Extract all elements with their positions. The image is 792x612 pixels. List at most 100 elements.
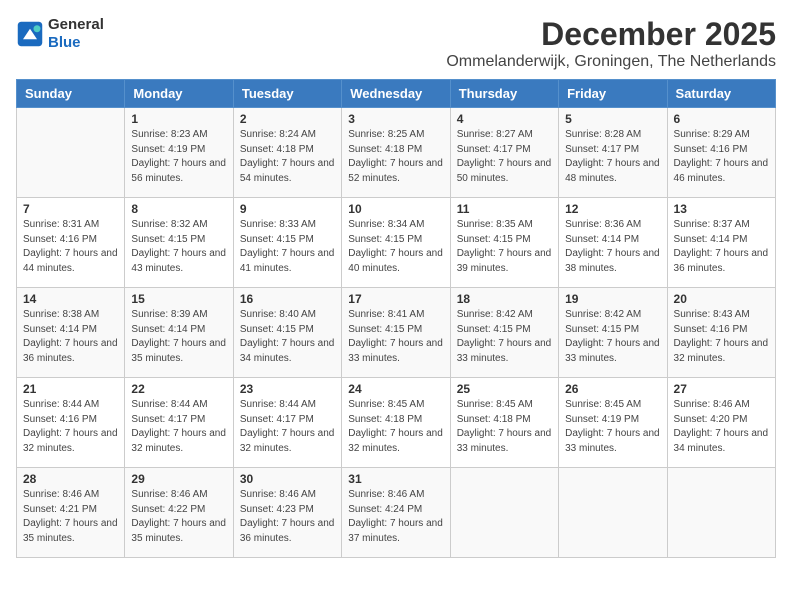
calendar-cell: 30 Sunrise: 8:46 AMSunset: 4:23 PMDayligh…	[233, 468, 341, 558]
day-info: Sunrise: 8:32 AMSunset: 4:15 PMDaylight:…	[131, 218, 226, 276]
column-header-saturday: Saturday	[667, 80, 775, 108]
day-info: Sunrise: 8:45 AMSunset: 4:18 PMDaylight:…	[348, 398, 443, 456]
day-number: 9	[240, 202, 335, 216]
calendar-header: SundayMondayTuesdayWednesdayThursdayFrid…	[17, 80, 776, 108]
day-info: Sunrise: 8:40 AMSunset: 4:15 PMDaylight:…	[240, 308, 335, 366]
day-number: 31	[348, 472, 443, 486]
day-info: Sunrise: 8:29 AMSunset: 4:16 PMDaylight:…	[674, 128, 769, 186]
day-info: Sunrise: 8:39 AMSunset: 4:14 PMDaylight:…	[131, 308, 226, 366]
day-info: Sunrise: 8:42 AMSunset: 4:15 PMDaylight:…	[457, 308, 552, 366]
day-number: 3	[348, 112, 443, 126]
day-number: 24	[348, 382, 443, 396]
day-info: Sunrise: 8:24 AMSunset: 4:18 PMDaylight:…	[240, 128, 335, 186]
column-header-sunday: Sunday	[17, 80, 125, 108]
calendar-cell: 28Sunrise: 8:46 AMSunset: 4:21 PMDayligh…	[17, 468, 125, 558]
day-info: Sunrise: 8:43 AMSunset: 4:16 PMDaylight:…	[674, 308, 769, 366]
day-number: 19	[565, 292, 660, 306]
day-number: 15	[131, 292, 226, 306]
day-number: 18	[457, 292, 552, 306]
day-number: 4	[457, 112, 552, 126]
day-info: Sunrise: 8:46 AMSunset: 4:23 PMDaylight:…	[240, 488, 335, 546]
page-header: General Blue December 2025 Ommelanderwij…	[16, 16, 776, 71]
calendar-cell: 9 Sunrise: 8:33 AMSunset: 4:15 PMDaylight…	[233, 198, 341, 288]
day-number: 16	[240, 292, 335, 306]
day-info: Sunrise: 8:41 AMSunset: 4:15 PMDaylight:…	[348, 308, 443, 366]
calendar-cell: 31 Sunrise: 8:46 AMSunset: 4:24 PMDayligh…	[342, 468, 450, 558]
day-info: Sunrise: 8:37 AMSunset: 4:14 PMDaylight:…	[674, 218, 769, 276]
calendar-cell: 14 Sunrise: 8:38 AMSunset: 4:14 PMDayligh…	[17, 288, 125, 378]
day-number: 10	[348, 202, 443, 216]
day-info: Sunrise: 8:34 AMSunset: 4:15 PMDaylight:…	[348, 218, 443, 276]
calendar-cell: 6 Sunrise: 8:29 AMSunset: 4:16 PMDaylight…	[667, 108, 775, 198]
day-number: 12	[565, 202, 660, 216]
day-info: Sunrise: 8:42 AMSunset: 4:15 PMDaylight:…	[565, 308, 660, 366]
day-number: 8	[131, 202, 226, 216]
day-info: Sunrise: 8:44 AMSunset: 4:17 PMDaylight:…	[240, 398, 335, 456]
day-info: Sunrise: 8:46 AMSunset: 4:21 PMDaylight:…	[23, 488, 118, 546]
day-number: 20	[674, 292, 769, 306]
calendar-cell	[450, 468, 558, 558]
calendar-cell: 13Sunrise: 8:37 AMSunset: 4:14 PMDayligh…	[667, 198, 775, 288]
calendar-cell	[667, 468, 775, 558]
calendar-cell: 16 Sunrise: 8:40 AMSunset: 4:15 PMDayligh…	[233, 288, 341, 378]
calendar-cell: 11 Sunrise: 8:35 AMSunset: 4:15 PMDayligh…	[450, 198, 558, 288]
calendar-cell: 12 Sunrise: 8:36 AMSunset: 4:14 PMDayligh…	[559, 198, 667, 288]
day-number: 21	[23, 382, 118, 396]
day-number: 26	[565, 382, 660, 396]
calendar-cell: 15 Sunrise: 8:39 AMSunset: 4:14 PMDayligh…	[125, 288, 233, 378]
logo: General Blue	[16, 16, 104, 52]
day-info: Sunrise: 8:35 AMSunset: 4:15 PMDaylight:…	[457, 218, 552, 276]
calendar-cell: 8 Sunrise: 8:32 AMSunset: 4:15 PMDaylight…	[125, 198, 233, 288]
logo-text: General Blue	[48, 16, 104, 52]
day-number: 17	[348, 292, 443, 306]
calendar-cell	[559, 468, 667, 558]
calendar-week-2: 7 Sunrise: 8:31 AMSunset: 4:16 PMDaylight…	[17, 198, 776, 288]
calendar-cell: 21 Sunrise: 8:44 AMSunset: 4:16 PMDayligh…	[17, 378, 125, 468]
day-number: 1	[131, 112, 226, 126]
calendar-cell: 10 Sunrise: 8:34 AMSunset: 4:15 PMDayligh…	[342, 198, 450, 288]
day-number: 25	[457, 382, 552, 396]
day-info: Sunrise: 8:46 AMSunset: 4:20 PMDaylight:…	[674, 398, 769, 456]
location-title: Ommelanderwijk, Groningen, The Netherlan…	[446, 53, 776, 71]
calendar-body: 1 Sunrise: 8:23 AMSunset: 4:19 PMDaylight…	[17, 108, 776, 558]
day-number: 30	[240, 472, 335, 486]
calendar-cell: 20 Sunrise: 8:43 AMSunset: 4:16 PMDayligh…	[667, 288, 775, 378]
calendar-cell: 29Sunrise: 8:46 AMSunset: 4:22 PMDayligh…	[125, 468, 233, 558]
calendar-cell: 24 Sunrise: 8:45 AMSunset: 4:18 PMDayligh…	[342, 378, 450, 468]
calendar-cell: 4 Sunrise: 8:27 AMSunset: 4:17 PMDaylight…	[450, 108, 558, 198]
calendar-table: SundayMondayTuesdayWednesdayThursdayFrid…	[16, 79, 776, 558]
calendar-cell: 5Sunrise: 8:28 AMSunset: 4:17 PMDaylight…	[559, 108, 667, 198]
calendar-cell: 23 Sunrise: 8:44 AMSunset: 4:17 PMDayligh…	[233, 378, 341, 468]
day-info: Sunrise: 8:44 AMSunset: 4:16 PMDaylight:…	[23, 398, 118, 456]
day-info: Sunrise: 8:23 AMSunset: 4:19 PMDaylight:…	[131, 128, 226, 186]
day-info: Sunrise: 8:33 AMSunset: 4:15 PMDaylight:…	[240, 218, 335, 276]
day-info: Sunrise: 8:38 AMSunset: 4:14 PMDaylight:…	[23, 308, 118, 366]
day-number: 11	[457, 202, 552, 216]
calendar-cell: 25Sunrise: 8:45 AMSunset: 4:18 PMDayligh…	[450, 378, 558, 468]
calendar-cell: 2Sunrise: 8:24 AMSunset: 4:18 PMDaylight…	[233, 108, 341, 198]
calendar-cell: 18 Sunrise: 8:42 AMSunset: 4:15 PMDayligh…	[450, 288, 558, 378]
day-info: Sunrise: 8:27 AMSunset: 4:17 PMDaylight:…	[457, 128, 552, 186]
day-number: 22	[131, 382, 226, 396]
day-number: 23	[240, 382, 335, 396]
month-title: December 2025	[446, 16, 776, 53]
column-header-wednesday: Wednesday	[342, 80, 450, 108]
day-number: 7	[23, 202, 118, 216]
day-number: 14	[23, 292, 118, 306]
day-info: Sunrise: 8:46 AMSunset: 4:24 PMDaylight:…	[348, 488, 443, 546]
day-number: 27	[674, 382, 769, 396]
day-number: 6	[674, 112, 769, 126]
day-info: Sunrise: 8:36 AMSunset: 4:14 PMDaylight:…	[565, 218, 660, 276]
day-info: Sunrise: 8:25 AMSunset: 4:18 PMDaylight:…	[348, 128, 443, 186]
column-header-tuesday: Tuesday	[233, 80, 341, 108]
calendar-cell: 1 Sunrise: 8:23 AMSunset: 4:19 PMDaylight…	[125, 108, 233, 198]
calendar-cell: 19 Sunrise: 8:42 AMSunset: 4:15 PMDayligh…	[559, 288, 667, 378]
calendar-cell: 3 Sunrise: 8:25 AMSunset: 4:18 PMDaylight…	[342, 108, 450, 198]
calendar-cell: 26Sunrise: 8:45 AMSunset: 4:19 PMDayligh…	[559, 378, 667, 468]
column-header-thursday: Thursday	[450, 80, 558, 108]
calendar-week-3: 14 Sunrise: 8:38 AMSunset: 4:14 PMDayligh…	[17, 288, 776, 378]
title-block: December 2025 Ommelanderwijk, Groningen,…	[446, 16, 776, 71]
calendar-cell: 7 Sunrise: 8:31 AMSunset: 4:16 PMDaylight…	[17, 198, 125, 288]
day-info: Sunrise: 8:31 AMSunset: 4:16 PMDaylight:…	[23, 218, 118, 276]
logo-icon	[16, 20, 44, 48]
